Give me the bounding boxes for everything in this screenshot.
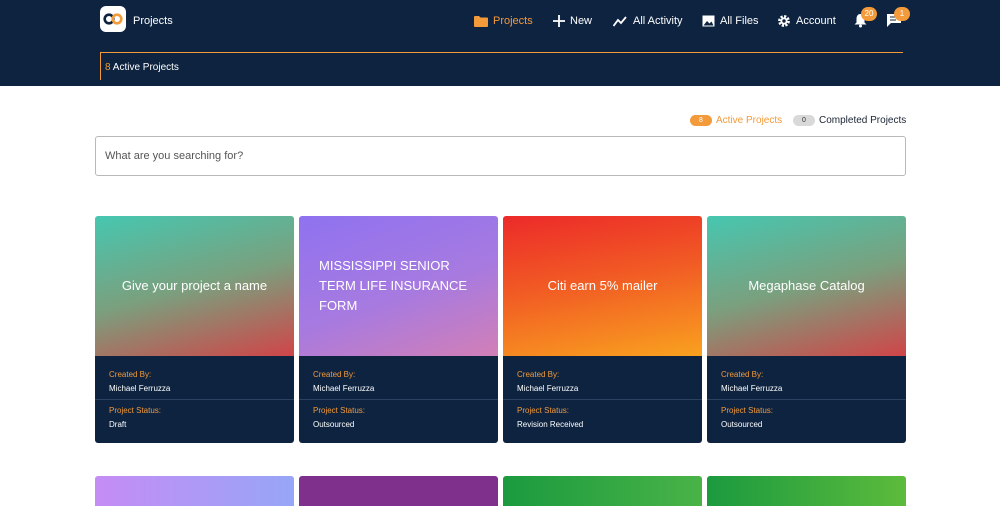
project-status-label: Project Status: xyxy=(313,406,366,415)
created-by-label: Created By: xyxy=(313,370,356,379)
infinity-logo-icon xyxy=(103,13,123,25)
nav-account-label: Account xyxy=(796,15,836,27)
project-status-value: Outsourced xyxy=(721,420,763,429)
project-card-details: Created By: Michael Ferruzza Project Sta… xyxy=(95,356,294,443)
project-card-4[interactable]: Megaphase Catalog Created By: Michael Fe… xyxy=(707,216,906,443)
project-status-value: Revision Received xyxy=(517,420,584,429)
plus-icon xyxy=(553,15,565,27)
card-divider xyxy=(95,399,294,400)
nav-all-files-label: All Files xyxy=(720,15,759,27)
project-card-6[interactable] xyxy=(299,476,498,506)
created-by-value: Michael Ferruzza xyxy=(721,384,783,393)
project-status-label: Project Status: xyxy=(109,406,162,415)
header-divider xyxy=(100,52,903,53)
top-header: Projects Projects New All Activity All F… xyxy=(0,0,1000,86)
project-title: MISSISSIPPI SENIOR TERM LIFE INSURANCE F… xyxy=(319,257,468,314)
gear-icon xyxy=(778,15,790,27)
active-projects-summary: 8 Active Projects xyxy=(105,62,179,73)
created-by-label: Created By: xyxy=(109,370,152,379)
project-card-8[interactable] xyxy=(707,476,906,506)
filter-active-projects[interactable]: 8 Active Projects xyxy=(690,115,782,126)
project-title: Citi earn 5% mailer xyxy=(547,277,658,293)
image-icon xyxy=(702,15,715,27)
active-projects-number: 8 xyxy=(105,62,111,73)
nav-new-label: New xyxy=(570,15,593,27)
nav-all-files[interactable]: All Files xyxy=(702,12,759,30)
project-card-cover: Give your project a name xyxy=(95,216,294,356)
project-card-cover: Citi earn 5% mailer xyxy=(503,216,702,356)
project-card-2[interactable]: MISSISSIPPI SENIOR TERM LIFE INSURANCE F… xyxy=(299,216,498,443)
folder-icon xyxy=(474,16,488,27)
activity-line-icon xyxy=(613,15,627,27)
nav-projects[interactable]: Projects xyxy=(474,12,533,30)
created-by-label: Created By: xyxy=(517,370,560,379)
nav-projects-label: Projects xyxy=(493,15,533,27)
nav-new[interactable]: New xyxy=(553,12,592,30)
project-card-details: Created By: Michael Ferruzza Project Sta… xyxy=(707,356,906,443)
created-by-label: Created By: xyxy=(721,370,764,379)
app-title: Projects xyxy=(133,15,173,27)
project-card-cover: MISSISSIPPI SENIOR TERM LIFE INSURANCE F… xyxy=(299,216,498,356)
project-card-7[interactable] xyxy=(503,476,702,506)
project-card-1[interactable]: Give your project a name Created By: Mic… xyxy=(95,216,294,443)
created-by-value: Michael Ferruzza xyxy=(109,384,171,393)
created-by-value: Michael Ferruzza xyxy=(313,384,375,393)
header-accent-line xyxy=(100,53,101,80)
project-card-5[interactable] xyxy=(95,476,294,506)
created-by-value: Michael Ferruzza xyxy=(517,384,579,393)
project-card-cover: Megaphase Catalog xyxy=(707,216,906,356)
nav-all-activity[interactable]: All Activity xyxy=(613,12,683,30)
active-projects-count-pill: 8 xyxy=(690,115,712,126)
project-status-label: Project Status: xyxy=(721,406,774,415)
filter-completed-label: Completed Projects xyxy=(819,115,907,126)
project-card-3[interactable]: Citi earn 5% mailer Created By: Michael … xyxy=(503,216,702,443)
project-card-details: Created By: Michael Ferruzza Project Sta… xyxy=(503,356,702,443)
search-input[interactable] xyxy=(95,136,906,176)
filter-active-label: Active Projects xyxy=(716,115,783,126)
project-title: Megaphase Catalog xyxy=(748,277,865,293)
nav-account[interactable]: Account xyxy=(777,12,836,30)
messages-count-badge: 1 xyxy=(894,7,910,21)
project-card-details: Created By: Michael Ferruzza Project Sta… xyxy=(299,356,498,443)
card-divider xyxy=(299,399,498,400)
project-title: Give your project a name xyxy=(121,277,268,293)
filter-completed-projects[interactable]: 0 Completed Projects xyxy=(793,115,906,126)
project-status-value: Outsourced xyxy=(313,420,355,429)
nav-all-activity-label: All Activity xyxy=(633,15,683,27)
completed-projects-count-pill: 0 xyxy=(793,115,815,126)
active-projects-label: Active Projects xyxy=(112,62,179,73)
project-status-value: Draft xyxy=(109,420,127,429)
app-logo[interactable] xyxy=(100,6,126,32)
card-divider xyxy=(707,399,906,400)
notifications-count-badge: 20 xyxy=(861,7,877,21)
project-status-label: Project Status: xyxy=(517,406,570,415)
card-divider xyxy=(503,399,702,400)
